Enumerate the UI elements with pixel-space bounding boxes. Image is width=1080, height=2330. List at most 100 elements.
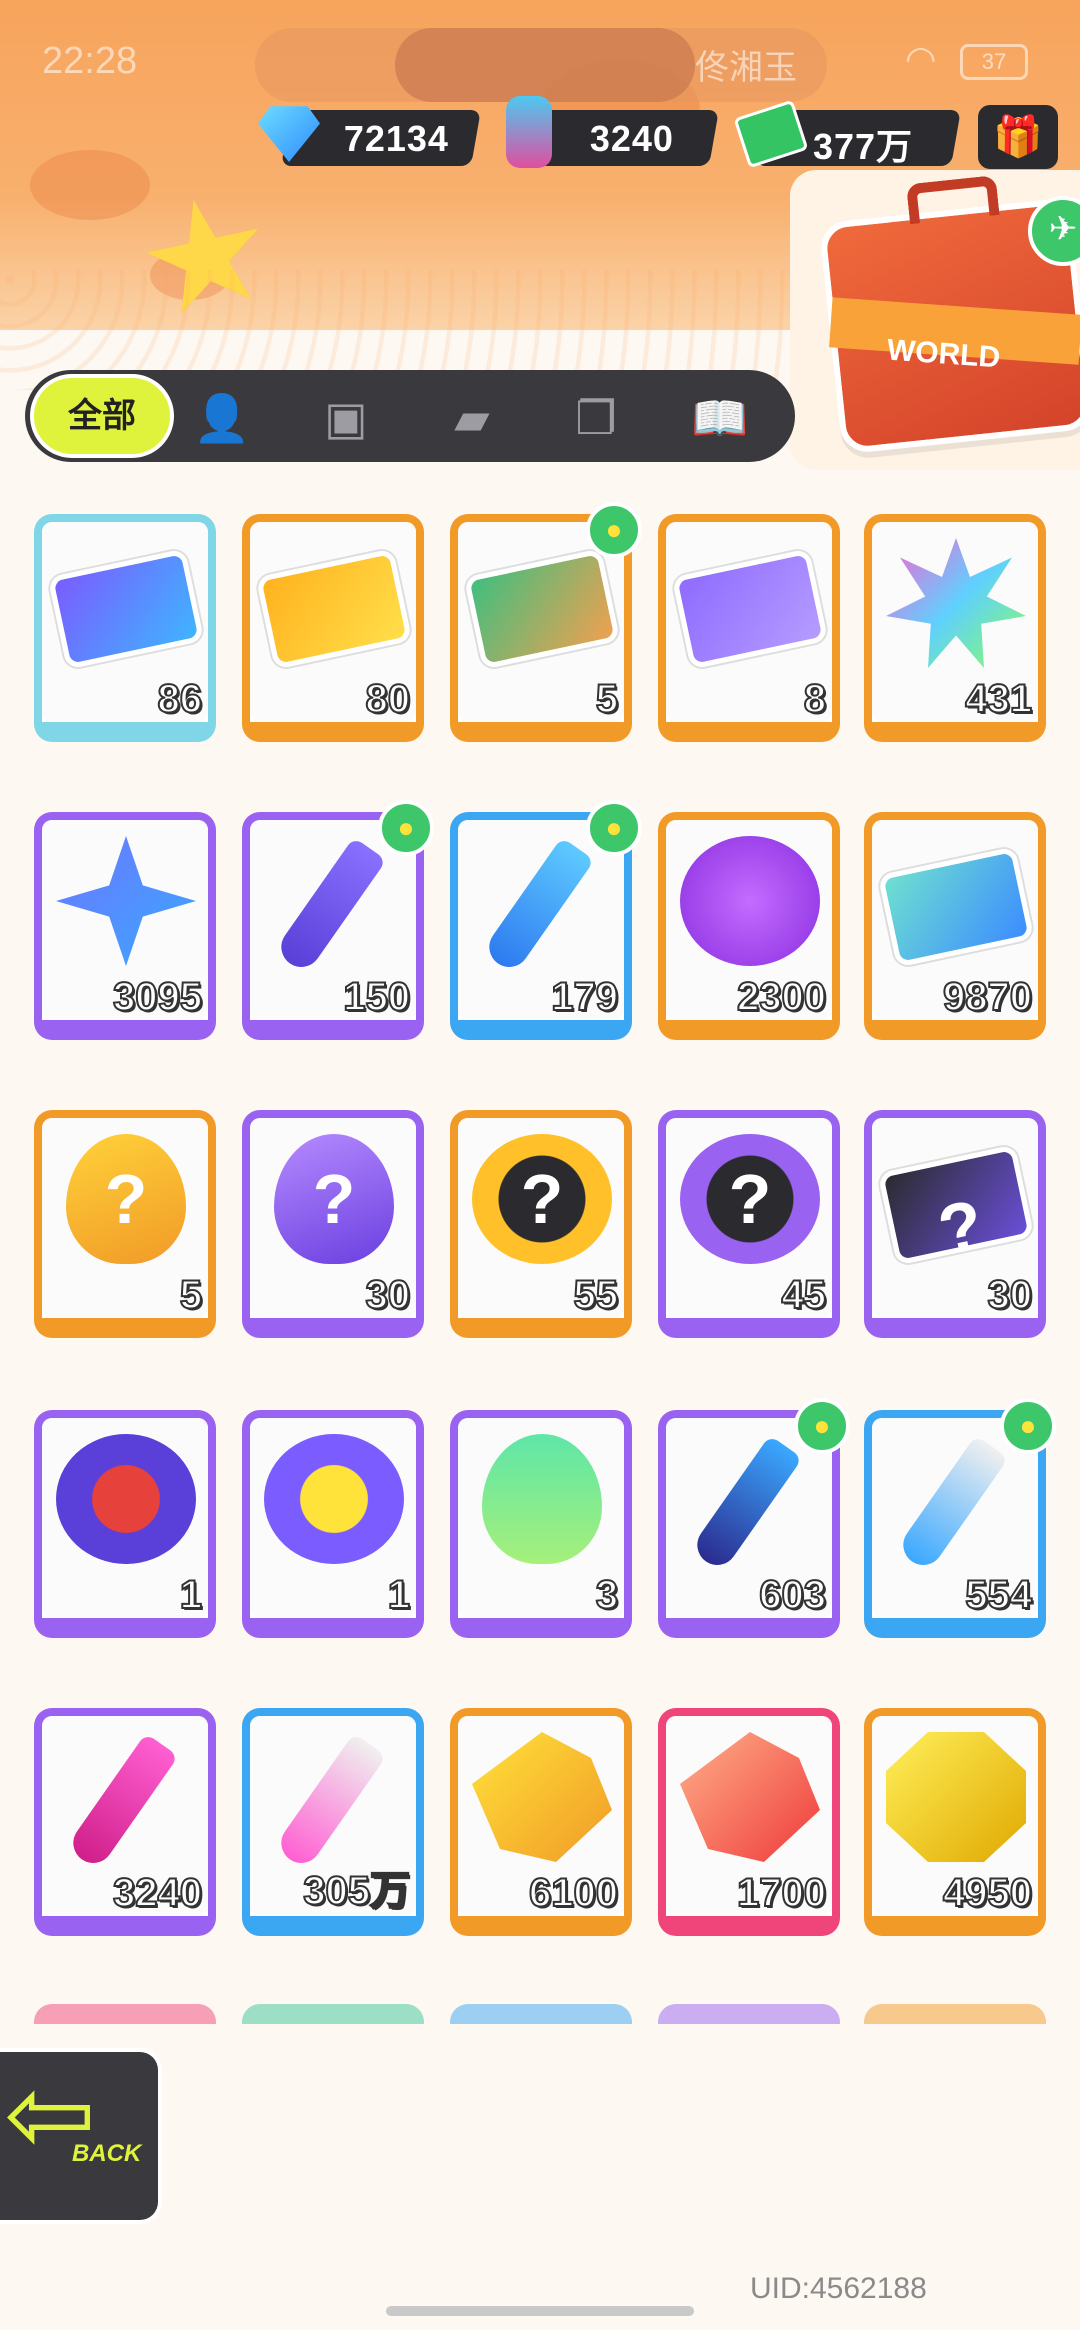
item-card-inner: 80 bbox=[250, 522, 416, 722]
next-row-card bbox=[242, 2004, 424, 2024]
item-quantity: 5 bbox=[595, 676, 619, 722]
blue-star-icon bbox=[56, 836, 196, 966]
item-quantity: 3 bbox=[595, 1572, 619, 1618]
item-quantity: 9870 bbox=[942, 974, 1033, 1020]
red-crystal-icon bbox=[680, 1732, 820, 1862]
item-card[interactable]: 3 bbox=[450, 1410, 632, 1638]
item-card[interactable]: 9870 bbox=[864, 812, 1046, 1040]
item-card[interactable]: 4950 bbox=[864, 1708, 1046, 1936]
next-row-card bbox=[34, 2004, 216, 2024]
item-quantity: 603 bbox=[758, 1572, 827, 1618]
item-quantity: 3095 bbox=[112, 974, 203, 1020]
item-quantity: 6100 bbox=[528, 1870, 619, 1916]
item-card-inner: 1 bbox=[42, 1418, 208, 1618]
item-quantity: 45 bbox=[781, 1272, 827, 1318]
spray-currency[interactable]: 3240 bbox=[523, 110, 719, 166]
status-carrier: 佟湘玉 bbox=[695, 49, 797, 87]
item-quantity: 305万 bbox=[302, 1868, 411, 1914]
box-icon: ▣ bbox=[324, 392, 368, 444]
item-card[interactable]: 80 bbox=[242, 514, 424, 742]
spray-value: 3240 bbox=[589, 118, 674, 159]
violet-deity-ticket-icon bbox=[671, 548, 829, 670]
travel-card-mystery-icon: ? bbox=[877, 1144, 1035, 1270]
item-card-inner: 8 bbox=[666, 522, 832, 722]
item-card-inner: 431 bbox=[872, 522, 1038, 722]
purple-crayon-icon bbox=[273, 837, 387, 975]
new-badge-icon: ● bbox=[586, 800, 642, 856]
item-quantity: 5 bbox=[179, 1272, 203, 1318]
gift-box-button[interactable]: 🎁 bbox=[978, 105, 1058, 169]
tab-cards[interactable]: ❐ bbox=[566, 388, 626, 448]
next-row-card bbox=[658, 2004, 840, 2024]
item-card[interactable]: 6100 bbox=[450, 1708, 632, 1936]
item-quantity: 3240 bbox=[112, 1870, 203, 1916]
item-card-inner: ? 30 bbox=[250, 1118, 416, 1318]
item-quantity: 1 bbox=[179, 1572, 203, 1618]
item-card[interactable]: ? 55 bbox=[450, 1110, 632, 1338]
fish-medal-icon bbox=[56, 1434, 196, 1564]
home-indicator[interactable] bbox=[386, 2306, 694, 2316]
item-card[interactable]: 1 bbox=[242, 1410, 424, 1638]
gold-mystery-egg-icon: ? bbox=[66, 1134, 186, 1264]
item-card[interactable]: 431 bbox=[864, 514, 1046, 742]
purple-mystery-egg-icon: ? bbox=[274, 1134, 394, 1264]
new-badge-icon: ● bbox=[586, 502, 642, 558]
season-ticket-icon bbox=[877, 846, 1035, 968]
item-quantity: 86 bbox=[157, 676, 203, 722]
suitcase-handle bbox=[905, 175, 1000, 225]
question-mark-icon: ? bbox=[728, 1160, 772, 1238]
item-card[interactable]: ? 5 bbox=[34, 1110, 216, 1338]
item-quantity: 431 bbox=[964, 676, 1033, 722]
world-label: WORLD bbox=[885, 333, 1002, 375]
item-card-inner: 3240 bbox=[42, 1716, 208, 1916]
blue-spray-can-icon bbox=[689, 1435, 803, 1573]
item-card[interactable]: ? 45 bbox=[658, 1110, 840, 1338]
item-card[interactable]: ? 30 bbox=[864, 1110, 1046, 1338]
spray-gun-icon: ▰ bbox=[454, 392, 490, 444]
item-card[interactable]: 8 bbox=[658, 514, 840, 742]
tab-all[interactable]: 全部 bbox=[30, 374, 174, 458]
tab-spray[interactable]: ▰ bbox=[442, 388, 502, 448]
tab-box[interactable]: ▣ bbox=[316, 388, 376, 448]
cards-icon: ❐ bbox=[575, 392, 617, 444]
item-quantity: 80 bbox=[365, 676, 411, 722]
item-card-inner: ? 45 bbox=[666, 1118, 832, 1318]
item-card[interactable]: ? 30 bbox=[242, 1110, 424, 1338]
item-card-inner: 305万 bbox=[250, 1716, 416, 1916]
item-card[interactable]: 3095 bbox=[34, 812, 216, 1040]
item-card-inner: ? 5 bbox=[42, 1118, 208, 1318]
cool-paint-icon bbox=[680, 836, 820, 966]
item-card[interactable]: 1 bbox=[34, 1410, 216, 1638]
item-quantity: 8 bbox=[803, 676, 827, 722]
green-cup-icon bbox=[482, 1434, 602, 1564]
item-card[interactable]: 3240 bbox=[34, 1708, 216, 1936]
item-quantity: 2300 bbox=[736, 974, 827, 1020]
tab-book[interactable]: 📖 bbox=[690, 388, 750, 448]
gold-deity-ticket-icon bbox=[255, 548, 413, 670]
item-card-inner: 4950 bbox=[872, 1716, 1038, 1916]
item-card[interactable]: 2300 bbox=[658, 812, 840, 1040]
item-quantity: 4950 bbox=[942, 1870, 1033, 1916]
dynamic-island-pill bbox=[395, 28, 695, 102]
new-badge-icon: ● bbox=[794, 1398, 850, 1454]
gold-crystal-icon bbox=[472, 1732, 612, 1862]
tab-character[interactable]: 👤 bbox=[192, 388, 252, 448]
next-row-card bbox=[450, 2004, 632, 2024]
item-card[interactable]: 86 bbox=[34, 514, 216, 742]
gold-deity-mystery-icon: ? bbox=[472, 1134, 612, 1264]
item-card-inner: 3 bbox=[458, 1418, 624, 1618]
item-card-inner: ? 55 bbox=[458, 1118, 624, 1318]
rainbow-paint-tube-icon bbox=[273, 1733, 387, 1871]
blue-crayon-icon bbox=[481, 837, 595, 975]
user-id: UID:4562188 bbox=[750, 2272, 927, 2305]
item-card-inner: 1 bbox=[250, 1418, 416, 1618]
pink-spray-can-icon bbox=[65, 1733, 179, 1871]
spray-can-icon bbox=[506, 96, 552, 168]
item-quantity: 55 bbox=[573, 1272, 619, 1318]
question-mark-icon: ? bbox=[520, 1160, 564, 1238]
item-card[interactable]: 305万 bbox=[242, 1708, 424, 1936]
item-card-inner: 1700 bbox=[666, 1716, 832, 1916]
person-icon: 👤 bbox=[193, 392, 251, 444]
green-deity-ticket-icon bbox=[463, 548, 621, 670]
item-card[interactable]: 1700 bbox=[658, 1708, 840, 1936]
